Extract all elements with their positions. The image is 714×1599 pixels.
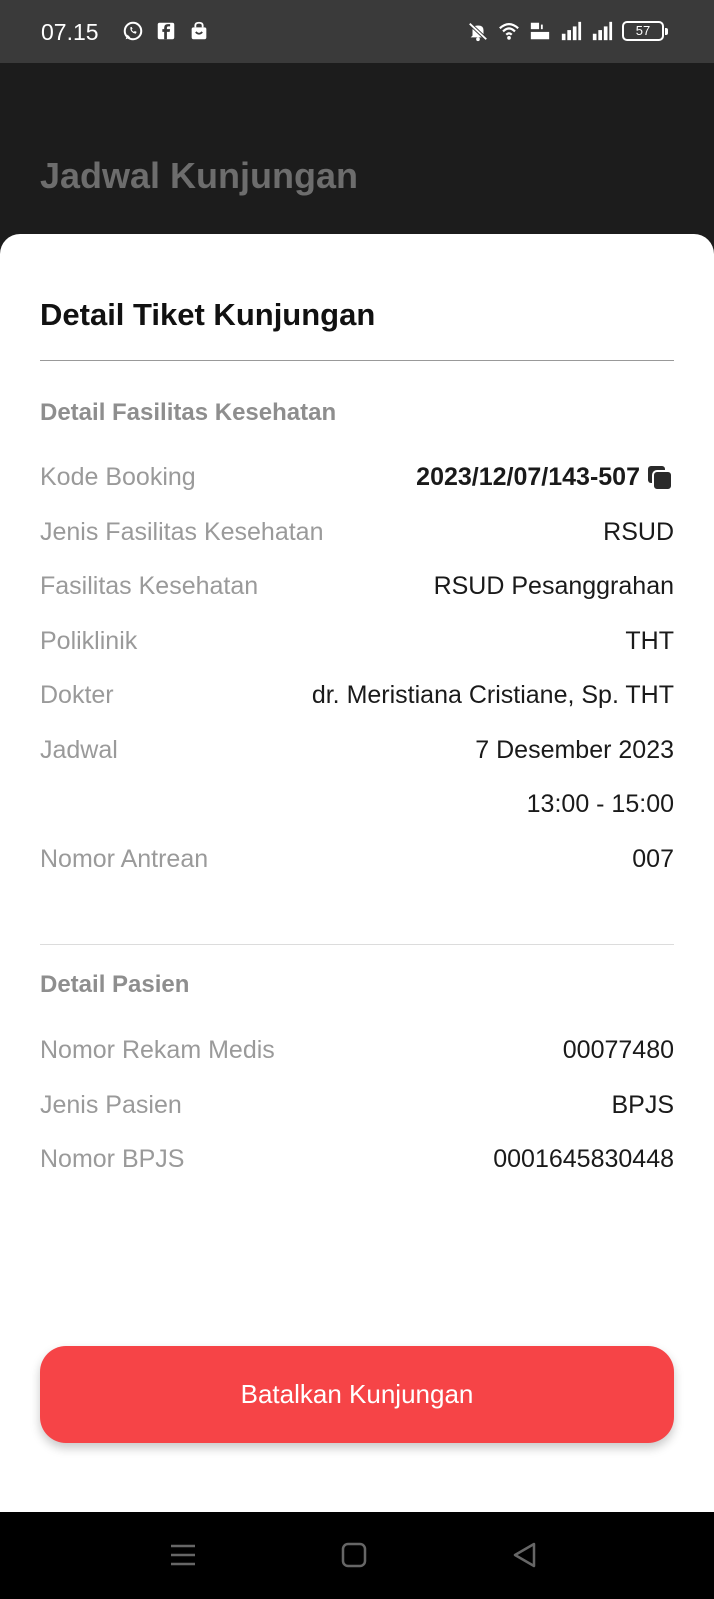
medical-record-value: 00077480: [562, 1036, 674, 1064]
polyclinic-row: Poliklinik THT: [40, 627, 674, 661]
facility-label: Fasilitas Kesehatan: [40, 572, 259, 600]
doctor-row: Dokter dr. Meristiana Cristiane, Sp. THT: [40, 681, 674, 715]
mute-icon: [468, 22, 488, 42]
ticket-detail-sheet: Detail Tiket Kunjungan Detail Fasilitas …: [0, 234, 714, 1512]
polyclinic-label: Poliklinik: [40, 627, 138, 655]
sheet-title: Detail Tiket Kunjungan: [40, 297, 376, 332]
battery-indicator: 57: [622, 21, 668, 41]
status-time: 07.15: [41, 19, 99, 45]
app-bar: Jadwal Kunjungan: [0, 63, 714, 248]
doctor-label: Dokter: [40, 681, 114, 709]
schedule-label: Jadwal: [40, 736, 118, 764]
status-right-icons: 57: [467, 20, 668, 42]
patient-type-value: BPJS: [611, 1091, 674, 1119]
whatsapp-icon: [123, 21, 143, 41]
patient-type-row: Jenis Pasien BPJS: [40, 1091, 674, 1125]
signal-icon: [561, 21, 582, 41]
patient-section-title: Detail Pasien: [40, 971, 190, 998]
section-divider: [40, 944, 674, 945]
page-title: Jadwal Kunjungan: [40, 155, 359, 196]
queue-number-row: Nomor Antrean 007: [40, 845, 674, 879]
schedule-row: Jadwal 7 Desember 2023: [40, 736, 674, 770]
schedule-time-value: 13:00 - 15:00: [526, 790, 674, 818]
menu-icon[interactable]: [168, 1540, 198, 1570]
facility-row: Fasilitas Kesehatan RSUD Pesanggrahan: [40, 572, 674, 606]
facility-value: RSUD Pesanggrahan: [433, 572, 674, 600]
booking-code-row: Kode Booking 2023/12/07/143-507: [40, 463, 674, 497]
queue-number-value: 007: [632, 845, 674, 873]
navigation-bar: [0, 1512, 714, 1599]
wifi-icon: [499, 23, 519, 40]
back-icon[interactable]: [510, 1540, 540, 1570]
home-icon[interactable]: [339, 1540, 369, 1570]
bpjs-number-value: 0001645830448: [493, 1145, 674, 1173]
bpjs-number-row: Nomor BPJS 0001645830448: [40, 1145, 674, 1179]
status-left-icons: [122, 20, 210, 42]
title-divider: [40, 360, 674, 361]
queue-number-label: Nomor Antrean: [40, 845, 209, 873]
shopping-bag-icon: [191, 21, 207, 40]
facebook-icon: [157, 22, 175, 40]
facility-type-value: RSUD: [603, 518, 674, 546]
booking-code-value: 2023/12/07/143-507: [416, 463, 640, 491]
patient-type-label: Jenis Pasien: [40, 1091, 182, 1119]
facility-type-label: Jenis Fasilitas Kesehatan: [40, 518, 324, 546]
facility-type-row: Jenis Fasilitas Kesehatan RSUD: [40, 518, 674, 552]
medical-record-label: Nomor Rekam Medis: [40, 1036, 275, 1064]
status-bar: 07.15 57: [0, 0, 714, 63]
schedule-time-row: 13:00 - 15:00: [40, 790, 674, 824]
medical-record-row: Nomor Rekam Medis 00077480: [40, 1036, 674, 1070]
doctor-value: dr. Meristiana Cristiane, Sp. THT: [311, 681, 674, 709]
schedule-date-value: 7 Desember 2023: [475, 736, 674, 764]
signal-icon: [592, 21, 613, 41]
facility-section-title: Detail Fasilitas Kesehatan: [40, 399, 337, 426]
cancel-visit-button[interactable]: Batalkan Kunjungan: [40, 1346, 674, 1443]
polyclinic-value: THT: [625, 627, 674, 655]
copy-icon[interactable]: [646, 464, 674, 492]
bpjs-number-label: Nomor BPJS: [40, 1145, 185, 1173]
booking-code-label: Kode Booking: [40, 463, 196, 491]
volte-icon: [530, 22, 550, 40]
